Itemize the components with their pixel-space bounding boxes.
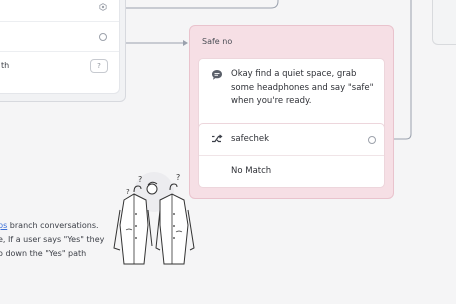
connector-arrow xyxy=(183,40,188,46)
next-block-edge[interactable] xyxy=(432,0,456,45)
choice-row-safechek[interactable]: safechek xyxy=(199,124,384,156)
choice-label: safechek xyxy=(231,134,270,144)
previous-block-card: th ? xyxy=(0,0,120,94)
previous-block-row[interactable] xyxy=(0,21,119,52)
safe-no-block[interactable]: Safe no Okay find a quiet space, grab so… xyxy=(189,25,394,199)
svg-text:?: ? xyxy=(126,188,130,196)
choice-label: No Match xyxy=(231,166,272,176)
jackets-illustration: ? ? ? xyxy=(113,172,195,265)
choice-row-no-match[interactable]: No Match xyxy=(199,156,384,187)
canvas: th ? Safe no Okay find a quiet space, gr… xyxy=(0,0,456,304)
port-dot[interactable] xyxy=(368,136,376,144)
svg-text:?: ? xyxy=(138,175,142,184)
previous-block-row[interactable]: th ? xyxy=(0,51,119,83)
port-dot[interactable] xyxy=(99,33,107,41)
speak-message: Okay find a quiet space, grab some headp… xyxy=(231,69,374,106)
help-line-1-rest: branch conversations. xyxy=(7,221,99,230)
previous-block-label: th xyxy=(1,61,10,70)
intent-shuffle-icon xyxy=(212,134,223,143)
previous-block[interactable]: th ? xyxy=(0,0,126,102)
previous-block-row[interactable] xyxy=(0,0,119,22)
gear-icon xyxy=(99,3,107,11)
svg-text:?: ? xyxy=(176,173,180,182)
choice-step[interactable]: safechek No Match xyxy=(198,123,385,188)
connector-top xyxy=(124,0,279,9)
help-icon[interactable]: ? xyxy=(90,59,108,73)
chat-bubble-icon xyxy=(212,70,222,80)
block-title[interactable]: Safe no xyxy=(202,37,232,46)
